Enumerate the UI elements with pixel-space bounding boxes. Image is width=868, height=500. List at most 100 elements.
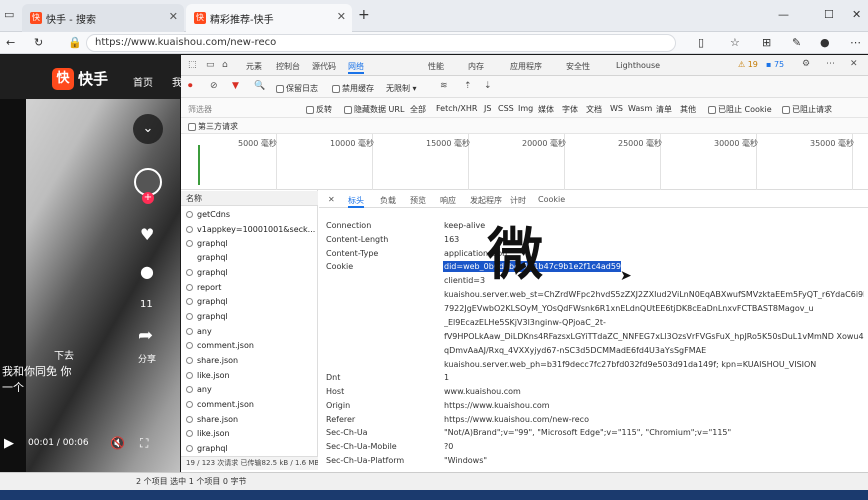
devtools-tab-security[interactable]: 安全性 (566, 61, 590, 72)
request-row[interactable]: graphql (181, 310, 318, 325)
header-value[interactable]: qDmvAaAJ/Rxq_4VXXyjyd67-nSC3d5DCMMadE6fd… (444, 346, 864, 355)
video-player[interactable] (0, 99, 180, 490)
request-row[interactable]: like.json (181, 427, 318, 442)
like-heart-icon[interactable]: ♥ (140, 225, 154, 244)
request-row[interactable]: any (181, 383, 318, 398)
blocked-requests-checkbox[interactable]: 已阻止请求 (782, 104, 832, 115)
play-icon[interactable]: ▶ (4, 436, 14, 451)
invert-checkbox[interactable]: 反转 (306, 104, 332, 115)
window-close-icon[interactable]: ✕ (852, 8, 861, 21)
type-filter-other[interactable]: 其他 (680, 104, 696, 115)
header-value[interactable]: 7922JgEVwbO2KLSOyM_YOsQdFWsnk6R1xnELdnQU… (444, 304, 864, 313)
record-icon[interactable]: ⏺ (188, 81, 193, 91)
devtools-tab-lighthouse[interactable]: Lighthouse (616, 61, 660, 70)
search-icon[interactable]: 🔍 (254, 81, 265, 91)
request-row[interactable]: v1appkey=10001001&seck... (181, 223, 318, 238)
kuaishou-logo-icon[interactable]: 快 (52, 68, 74, 90)
header-value[interactable]: keep-alive (444, 221, 485, 230)
request-row[interactable]: share.json (181, 354, 318, 369)
request-row[interactable]: comment.json (181, 398, 318, 413)
detail-tab-headers[interactable]: 标头 (348, 195, 364, 208)
header-value[interactable]: fV9HPOLkAaw_DiLDKns4RFazsxLGYiTTdaZC_NNF… (444, 332, 864, 341)
issues-badge[interactable]: ▪ 75 (766, 60, 784, 69)
profile-avatar[interactable]: ● (820, 36, 830, 49)
collections-icon[interactable]: ⊞ (762, 36, 771, 49)
type-filter-all[interactable]: 全部 (410, 104, 426, 115)
hide-data-urls-checkbox[interactable]: 隐藏数据 URL (344, 104, 404, 115)
new-tab-icon[interactable]: + (358, 7, 370, 23)
throttle-select[interactable]: 无限制 ▾ (386, 83, 417, 94)
header-value[interactable]: "Not/A)Brand";v="99", "Microsoft Edge";v… (444, 428, 731, 437)
request-row[interactable]: comment.json (181, 339, 318, 354)
export-icon[interactable]: ⇣ (484, 81, 492, 91)
devtools-tab-network[interactable]: 网络 (348, 61, 364, 74)
more-icon[interactable]: ⋯ (850, 36, 861, 49)
close-tab-icon[interactable]: ✕ (337, 10, 346, 23)
type-filter-css[interactable]: CSS (498, 104, 514, 113)
browser-tab-search[interactable]: 快 快手 - 搜索 ✕ (22, 4, 184, 32)
header-value[interactable]: kuaishou.server.web_ph=b31f9decc7fc27bfd… (444, 360, 864, 369)
header-value[interactable]: kuaishou.server.web_st=ChZrdWFpc2hvdS5zZ… (444, 290, 864, 299)
device-toggle-icon[interactable]: ▭ (206, 60, 215, 70)
request-row[interactable]: report (181, 281, 318, 296)
request-row[interactable]: like.json (181, 369, 318, 384)
detail-close-icon[interactable]: ✕ (328, 195, 335, 204)
detail-tab-timing[interactable]: 计时 (510, 195, 526, 206)
type-filter-fetch[interactable]: Fetch/XHR (436, 104, 477, 113)
wifi-icon[interactable]: ≋ (440, 81, 448, 91)
type-filter-wasm[interactable]: Wasm (628, 104, 652, 113)
comment-icon[interactable]: ● (140, 262, 154, 281)
devtools-close-icon[interactable]: ✕ (850, 59, 858, 69)
detail-tab-initiator[interactable]: 发起程序 (470, 195, 502, 206)
request-row[interactable]: getCdns (181, 208, 318, 223)
devtools-tab-memory[interactable]: 内存 (468, 61, 484, 72)
close-tab-icon[interactable]: ✕ (169, 10, 178, 23)
detail-tab-cookie[interactable]: Cookie (538, 195, 565, 204)
warnings-badge[interactable]: ⚠ 19 (738, 60, 758, 69)
preserve-log-checkbox[interactable]: 保留日志 (276, 83, 318, 94)
devtools-tab-elements[interactable]: 元素 (246, 61, 262, 72)
type-filter-manifest[interactable]: 清单 (656, 104, 672, 115)
request-list-header[interactable]: 名称 (181, 191, 318, 206)
header-value[interactable]: _El9EcazELHe5SKjV3l3nginw-QPjoaC_2t- (444, 318, 864, 327)
detail-tab-payload[interactable]: 负载 (380, 195, 396, 206)
header-value[interactable]: https://www.kuaishou.com/new-reco (444, 415, 589, 424)
filter-input[interactable]: 筛选器 (188, 104, 298, 115)
request-row[interactable]: graphql (181, 442, 318, 456)
type-filter-js[interactable]: JS (484, 104, 491, 113)
disable-cache-checkbox[interactable]: 禁用缓存 (332, 83, 374, 94)
header-value[interactable]: ?0 (444, 442, 453, 451)
header-value[interactable]: "Windows" (444, 456, 487, 465)
favorites-icon[interactable]: ☆ (730, 36, 740, 49)
browser-tab-reco[interactable]: 快 精彩推荐-快手 ✕ (186, 4, 352, 32)
header-value[interactable]: clientid=3 (444, 276, 485, 285)
devtools-more-icon[interactable]: ⋯ (826, 59, 835, 69)
maximize-icon[interactable]: ☐ (824, 8, 834, 21)
back-icon[interactable]: ← (6, 36, 15, 49)
mute-icon[interactable]: 🔇 (110, 436, 125, 450)
type-filter-doc[interactable]: 文档 (586, 104, 602, 115)
detail-tab-response[interactable]: 响应 (440, 195, 456, 206)
type-filter-media[interactable]: 媒体 (538, 104, 554, 115)
blocked-cookies-checkbox[interactable]: 已阻止 Cookie (708, 104, 772, 115)
fullscreen-icon[interactable]: ⛶ (140, 436, 148, 451)
devtools-tab-console[interactable]: 控制台 (276, 61, 300, 72)
extensions-icon[interactable]: ✎ (792, 36, 801, 49)
share-icon[interactable]: ➦ (138, 325, 153, 346)
inspect-icon[interactable]: ⬚ (188, 60, 197, 70)
address-input[interactable]: https://www.kuaishou.com/new-reco (86, 34, 676, 52)
request-row[interactable]: graphql (181, 237, 318, 252)
minimize-icon[interactable]: — (778, 8, 789, 21)
request-row[interactable]: graphql (181, 266, 318, 281)
browser-menu-icon[interactable]: ▭ (4, 8, 14, 21)
welcome-icon[interactable]: ⌂ (222, 60, 228, 70)
devtools-tab-application[interactable]: 应用程序 (510, 61, 542, 72)
devtools-tab-performance[interactable]: 性能 (428, 61, 444, 72)
follow-plus-icon[interactable]: + (142, 192, 154, 204)
settings-gear-icon[interactable]: ⚙ (802, 59, 810, 69)
clear-icon[interactable]: ⊘ (210, 81, 218, 91)
filter-icon[interactable]: ▼ (232, 81, 239, 91)
header-value[interactable]: 163 (444, 235, 459, 244)
header-value[interactable]: https://www.kuaishou.com (444, 401, 550, 410)
devtools-tab-sources[interactable]: 源代码 (312, 61, 336, 72)
